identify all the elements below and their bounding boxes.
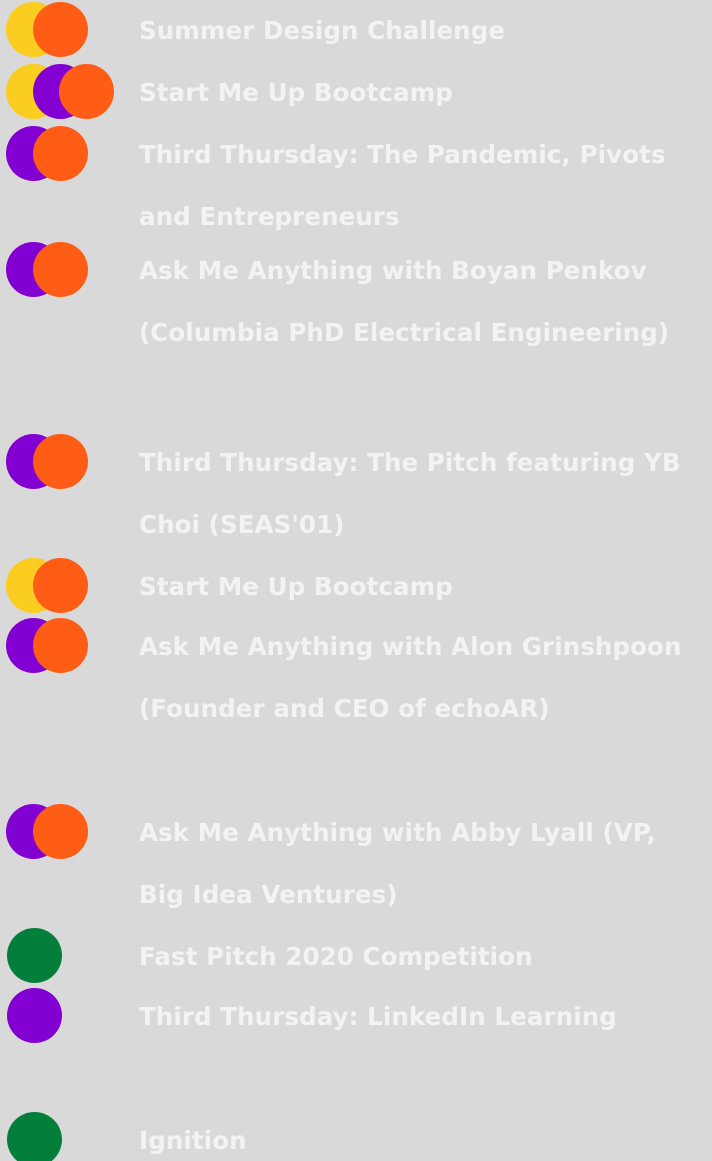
green-dot-icon — [7, 1112, 62, 1161]
orange-dot-icon — [33, 618, 88, 673]
orange-dot-icon — [33, 2, 88, 57]
category-dots — [0, 62, 114, 124]
category-dots — [0, 124, 110, 186]
category-dots — [0, 240, 110, 302]
event-title[interactable]: Third Thursday: The Pandemic, Pivots and… — [139, 124, 707, 248]
event-title[interactable]: Start Me Up Bootcamp — [139, 62, 707, 124]
event-title[interactable]: Third Thursday: The Pitch featuring YB C… — [139, 432, 707, 556]
event-title[interactable]: Ignition — [139, 1110, 707, 1161]
orange-dot-icon — [33, 804, 88, 859]
category-dots — [0, 0, 110, 62]
event-title[interactable]: Ask Me Anything with Abby Lyall (VP, Big… — [139, 802, 707, 926]
orange-dot-icon — [33, 242, 88, 297]
green-dot-icon — [7, 928, 62, 983]
category-dots — [0, 802, 110, 864]
event-list: Summer Design Challenge Start Me Up Boot… — [0, 0, 712, 1161]
event-title[interactable]: Fast Pitch 2020 Competition — [139, 926, 707, 988]
event-title[interactable]: Start Me Up Bootcamp — [139, 556, 707, 618]
category-dots — [0, 556, 110, 618]
category-dots — [0, 432, 110, 494]
category-dots — [0, 1110, 110, 1161]
orange-dot-icon — [59, 64, 114, 119]
orange-dot-icon — [33, 126, 88, 181]
category-dots — [0, 926, 110, 988]
orange-dot-icon — [33, 558, 88, 613]
category-dots — [0, 616, 110, 678]
event-title[interactable]: Ask Me Anything with Boyan Penkov (Colum… — [139, 240, 707, 364]
orange-dot-icon — [33, 434, 88, 489]
event-title[interactable]: Third Thursday: LinkedIn Learning — [139, 986, 707, 1048]
event-title[interactable]: Summer Design Challenge — [139, 0, 707, 62]
event-title[interactable]: Ask Me Anything with Alon Grinshpoon (Fo… — [139, 616, 707, 740]
category-dots — [0, 986, 110, 1048]
purple-dot-icon — [7, 988, 62, 1043]
